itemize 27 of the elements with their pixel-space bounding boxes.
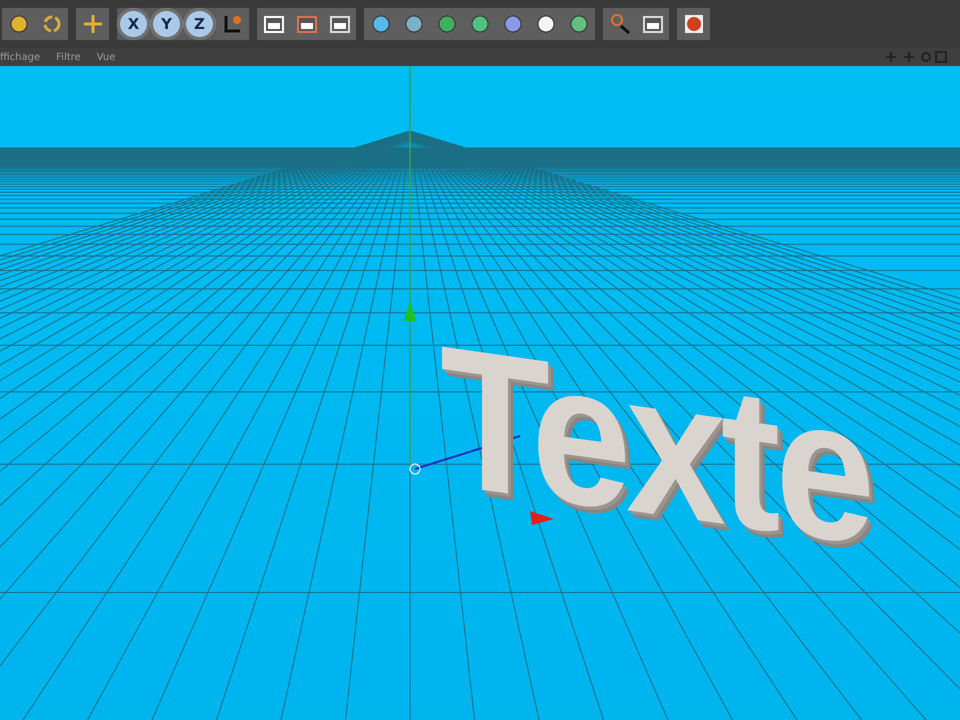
tool-icon	[468, 13, 490, 35]
tool-icon	[296, 13, 318, 35]
tool-icon	[40, 13, 62, 35]
tool-icon	[262, 13, 284, 35]
axis-lock-button[interactable]: Y	[150, 8, 183, 40]
move-tool-button[interactable]	[76, 8, 109, 40]
axis-lock-button[interactable]: X	[117, 8, 150, 40]
axis-lock-button[interactable]: Z	[183, 8, 216, 40]
menu-item[interactable]: Filtre	[56, 52, 81, 62]
tool-icon	[402, 13, 424, 35]
view-controls-icon	[884, 51, 948, 63]
tool-icon	[8, 13, 30, 35]
rotate-tool-button[interactable]	[35, 8, 68, 40]
layout-tool-button[interactable]	[636, 8, 669, 40]
tool-icon	[328, 13, 350, 35]
tool-icon	[568, 13, 590, 35]
coords-tool-button[interactable]	[216, 8, 249, 40]
plus-icon	[82, 13, 104, 35]
tool-icon	[642, 13, 664, 35]
record-tool-button[interactable]	[677, 8, 710, 40]
tool-icon	[502, 13, 524, 35]
tool-icon	[534, 13, 556, 35]
extruded-text: Texte	[440, 316, 870, 576]
tool-icon	[222, 13, 244, 35]
tool-icon	[436, 13, 458, 35]
menu-item[interactable]: Vue	[96, 52, 116, 62]
menu-item[interactable]: ffichage	[0, 52, 40, 62]
